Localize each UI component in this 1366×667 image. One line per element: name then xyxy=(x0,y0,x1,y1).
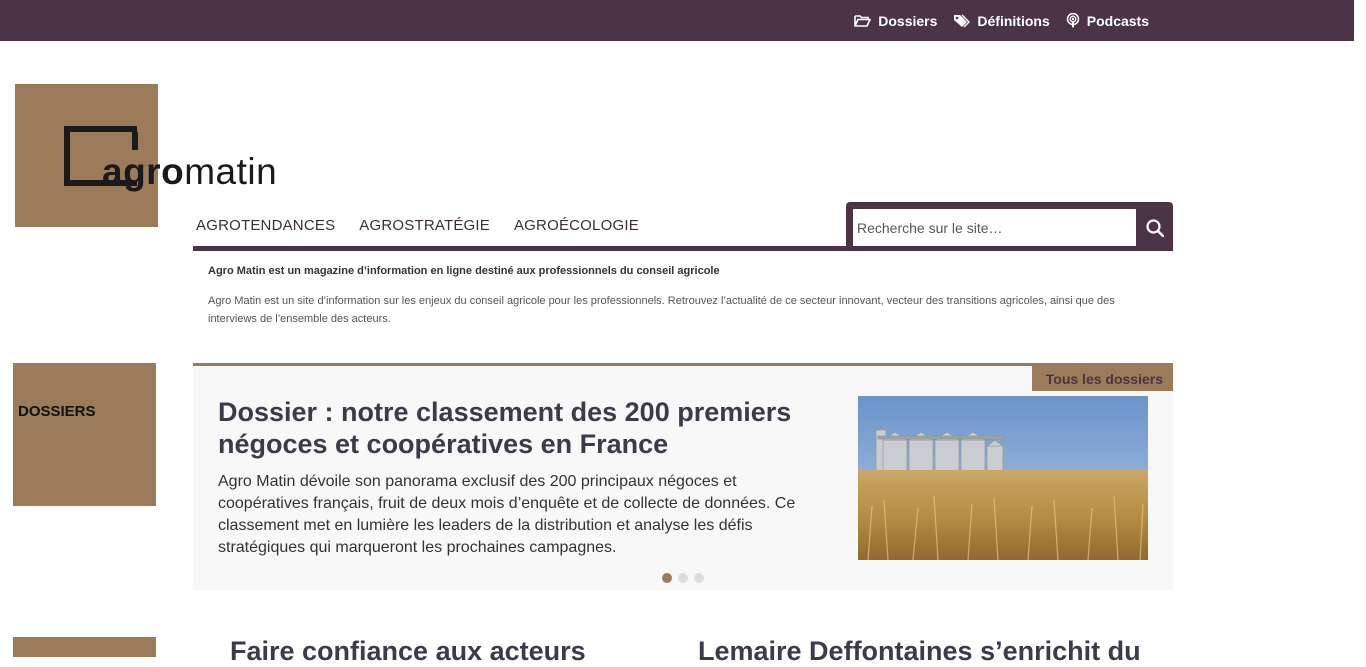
logo-bold-text: agro xyxy=(102,151,185,192)
logo-regular-text: matin xyxy=(184,151,278,192)
top-bar: Dossiers Définitions Podcasts xyxy=(0,0,1354,41)
top-link-podcasts[interactable]: Podcasts xyxy=(1066,13,1149,29)
wheat-field-silos-image xyxy=(858,396,1148,560)
dossier-image[interactable] xyxy=(858,396,1148,560)
carousel-dot-1[interactable] xyxy=(662,573,672,583)
carousel-dot-3[interactable] xyxy=(694,573,704,583)
search-bar xyxy=(846,202,1173,251)
carousel-pagination xyxy=(662,573,704,583)
dossier-carousel: Tous les dossiers Dossier : notre classe… xyxy=(193,363,1173,590)
top-link-dossiers[interactable]: Dossiers xyxy=(854,13,937,29)
top-link-label: Podcasts xyxy=(1086,12,1149,29)
article-title-1[interactable]: Faire confiance aux acteurs xyxy=(230,636,586,667)
podcast-icon xyxy=(1066,13,1079,28)
nav-item-agrostrategie[interactable]: AGROSTRATÉGIE xyxy=(359,217,490,234)
carousel-dot-2[interactable] xyxy=(678,573,688,583)
top-link-label: Définitions xyxy=(977,12,1050,29)
article-title-2[interactable]: Lemaire Deffontaines s’enrichit du xyxy=(698,636,1141,667)
section-label: DOSSIERS xyxy=(18,403,96,420)
dossier-summary: Agro Matin dévoile son panorama exclusif… xyxy=(218,473,796,556)
site-logo[interactable]: agromatin xyxy=(102,150,277,194)
tags-icon xyxy=(954,14,971,27)
section-label-box-2 xyxy=(13,637,156,657)
intro-heading: Agro Matin est un magazine d’information… xyxy=(208,265,720,277)
search-button[interactable] xyxy=(1137,209,1173,246)
all-dossiers-link[interactable]: Tous les dossiers xyxy=(1031,366,1173,391)
intro-description: Agro Matin est un site d’information sur… xyxy=(208,295,1115,325)
dossier-title[interactable]: Dossier : notre classement des 200 premi… xyxy=(218,396,828,460)
search-icon xyxy=(1146,218,1164,237)
top-links: Dossiers Définitions Podcasts xyxy=(854,0,1149,41)
nav-item-agroecologie[interactable]: AGROÉCOLOGIE xyxy=(514,217,639,234)
nav-item-agrotendances[interactable]: AGROTENDANCES xyxy=(196,217,335,234)
top-link-label: Dossiers xyxy=(878,12,938,29)
section-label-box: DOSSIERS xyxy=(13,363,156,506)
folder-open-icon xyxy=(854,15,872,27)
search-input[interactable] xyxy=(853,209,1136,246)
top-link-definitions[interactable]: Définitions xyxy=(953,12,1050,29)
